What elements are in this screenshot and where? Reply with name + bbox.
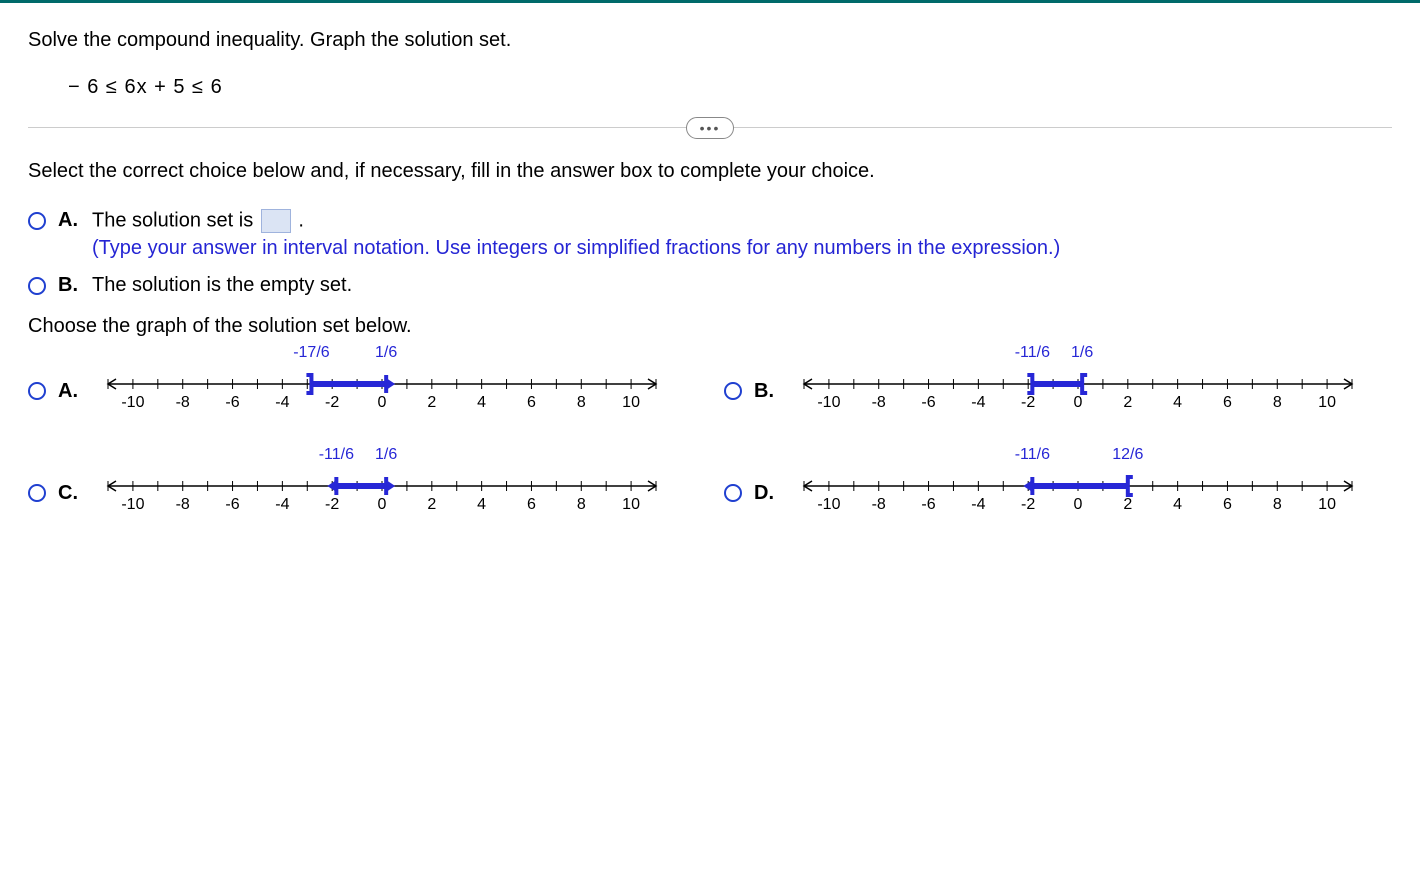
tick-label: 10	[622, 496, 640, 514]
tick-label: 4	[1173, 496, 1182, 514]
tick-label: 0	[1074, 496, 1083, 514]
tick-label: 2	[427, 496, 436, 514]
tick-label: -4	[971, 496, 985, 514]
tick-label: 8	[577, 394, 586, 412]
endpoint-label-left: -11/6	[1015, 344, 1050, 362]
tick-label: -6	[921, 394, 935, 412]
tick-label: 0	[378, 496, 387, 514]
tick-label: 4	[1173, 394, 1182, 412]
radio-graph-a[interactable]	[28, 382, 46, 400]
endpoint-label-right: 1/6	[375, 446, 397, 464]
tick-label: 4	[477, 394, 486, 412]
endpoint-label-right: 1/6	[375, 344, 397, 362]
tick-label: 8	[577, 496, 586, 514]
tick-label: -4	[275, 394, 289, 412]
endpoint-label-left: -11/6	[1015, 446, 1050, 464]
radio-graph-d[interactable]	[724, 484, 742, 502]
tick-label: -8	[176, 496, 190, 514]
endpoint-label-right: 1/6	[1071, 344, 1093, 362]
graph-b-label: B.	[754, 380, 778, 403]
tick-label: -8	[872, 496, 886, 514]
radio-graph-c[interactable]	[28, 484, 46, 502]
tick-label: -6	[225, 496, 239, 514]
tick-label: 2	[1123, 394, 1132, 412]
graph-d-label: D.	[754, 482, 778, 505]
tick-label: 8	[1273, 496, 1282, 514]
inequality-expression: − 6 ≤ 6x + 5 ≤ 6	[68, 76, 1392, 99]
answer-input[interactable]	[261, 209, 291, 233]
choice-b-text: The solution is the empty set.	[92, 274, 352, 296]
number-line-d: -10-8-6-4-20246810-11/612/6	[788, 470, 1368, 516]
tick-label: 6	[1223, 394, 1232, 412]
tick-label: 8	[1273, 394, 1282, 412]
tick-label: -4	[971, 394, 985, 412]
tick-label: -8	[176, 394, 190, 412]
choice-a-label: A.	[58, 209, 82, 232]
endpoint-label-left: -11/6	[319, 446, 354, 464]
radio-choice-a[interactable]	[28, 212, 46, 230]
tick-label: -2	[1021, 394, 1035, 412]
radio-graph-b[interactable]	[724, 382, 742, 400]
tick-label: -8	[872, 394, 886, 412]
tick-label: 6	[527, 394, 536, 412]
tick-label: 4	[477, 496, 486, 514]
number-line-b: -10-8-6-4-20246810-11/61/6	[788, 368, 1368, 414]
tick-label: -2	[325, 496, 339, 514]
tick-label: 10	[1318, 496, 1336, 514]
tick-label: -4	[275, 496, 289, 514]
tick-label: 6	[1223, 496, 1232, 514]
expand-button[interactable]: •••	[686, 117, 734, 139]
choice-b-label: B.	[58, 274, 82, 297]
tick-label: -2	[325, 394, 339, 412]
graph-instruction: Choose the graph of the solution set bel…	[28, 315, 1392, 338]
endpoint-label-right: 12/6	[1112, 446, 1143, 464]
choice-a-text-after: .	[298, 209, 304, 231]
number-line-c: -10-8-6-4-20246810-11/61/6	[92, 470, 672, 516]
tick-label: -10	[817, 496, 840, 514]
tick-label: 2	[1123, 496, 1132, 514]
tick-label: -6	[225, 394, 239, 412]
tick-label: 0	[1074, 394, 1083, 412]
tick-label: -2	[1021, 496, 1035, 514]
question-prompt: Solve the compound inequality. Graph the…	[28, 29, 1392, 52]
endpoint-label-left: -17/6	[293, 344, 329, 362]
instruction-text: Select the correct choice below and, if …	[28, 160, 1392, 183]
tick-label: 10	[1318, 394, 1336, 412]
tick-label: -10	[817, 394, 840, 412]
tick-label: -10	[121, 496, 144, 514]
tick-label: 10	[622, 394, 640, 412]
choice-a-hint: (Type your answer in interval notation. …	[92, 237, 1392, 260]
tick-label: 6	[527, 496, 536, 514]
tick-label: 2	[427, 394, 436, 412]
tick-label: -10	[121, 394, 144, 412]
radio-choice-b[interactable]	[28, 277, 46, 295]
tick-label: 0	[378, 394, 387, 412]
number-line-a: -10-8-6-4-20246810-17/61/6	[92, 368, 672, 414]
graph-a-label: A.	[58, 380, 82, 403]
choice-a-text-before: The solution set is	[92, 209, 259, 231]
graph-c-label: C.	[58, 482, 82, 505]
tick-label: -6	[921, 496, 935, 514]
